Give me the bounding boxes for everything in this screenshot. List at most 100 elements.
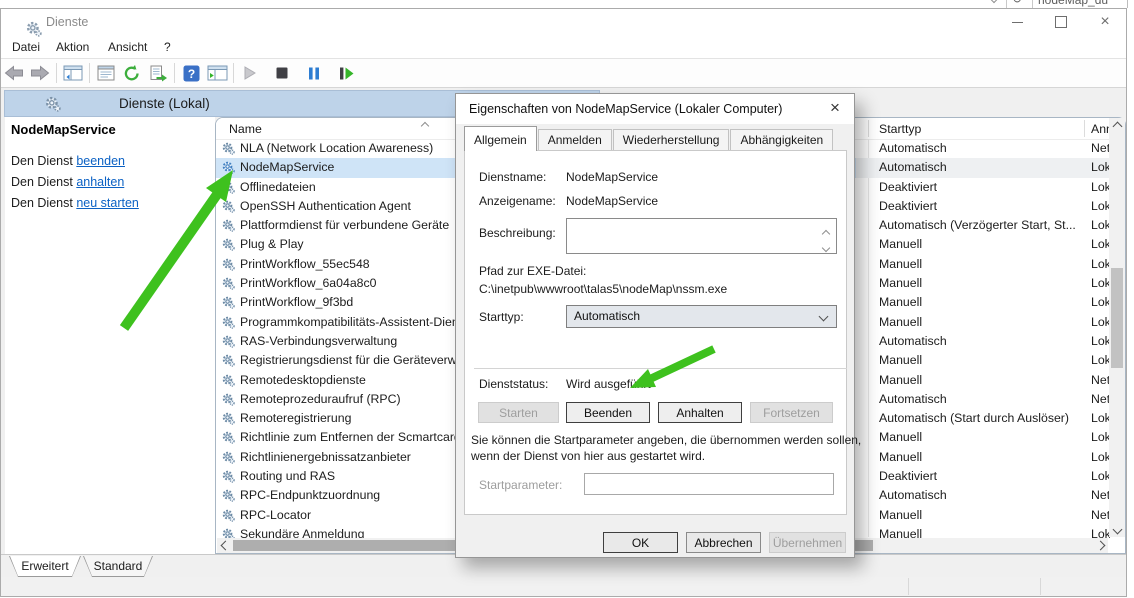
dialog-tabs: Allgemein Anmelden Wiederherstellung Abh…	[464, 127, 834, 151]
service-name: Richtlinienergebnissatzanbieter	[240, 448, 411, 467]
service-anmelden: Lok:	[1091, 409, 1110, 428]
menu-aktion[interactable]: Aktion	[52, 39, 93, 55]
start-service-icon[interactable]	[237, 62, 263, 84]
service-gear-icon	[222, 277, 236, 291]
service-name: Remotedesktopdienste	[240, 371, 366, 390]
service-gear-icon	[222, 296, 236, 310]
pause-service-icon[interactable]	[301, 62, 327, 84]
dialog-close-icon[interactable]: ×	[822, 96, 848, 120]
tab-anmelden[interactable]: Anmelden	[538, 129, 612, 151]
tab-abhaengigkeiten[interactable]: Abhängigkeiten	[730, 129, 833, 151]
service-name: Plug & Play	[240, 235, 304, 254]
service-name: Remoteregistrierung	[240, 409, 351, 428]
service-name: Plattformdienst für verbundene Geräte	[240, 216, 449, 235]
menu-datei[interactable]: Datei	[8, 39, 44, 55]
column-name[interactable]: Name	[229, 122, 262, 136]
service-starttyp: Manuell	[879, 235, 1083, 254]
service-starttyp: Automatisch	[879, 486, 1083, 505]
service-name: PrintWorkflow_55ec548	[240, 255, 370, 274]
refresh-icon[interactable]	[119, 62, 145, 84]
starten-button[interactable]: Starten	[478, 402, 559, 423]
tab-wiederherstellung[interactable]: Wiederherstellung	[613, 129, 730, 151]
startparameter-input[interactable]	[584, 473, 834, 495]
starttyp-combobox[interactable]: Automatisch	[566, 305, 837, 328]
fortsetzen-button[interactable]: Fortsetzen	[750, 402, 833, 423]
anhalten-button[interactable]: Anhalten	[658, 402, 742, 423]
forward-icon[interactable]	[27, 62, 53, 84]
service-starttyp: Manuell	[879, 428, 1083, 447]
vertical-scrollbar[interactable]	[1109, 118, 1125, 537]
service-starttyp: Manuell	[879, 371, 1083, 390]
service-starttyp: Manuell	[879, 274, 1083, 293]
services-gear-icon	[45, 96, 61, 117]
service-gear-icon	[222, 354, 236, 368]
anzeigename-label: Anzeigename:	[479, 194, 556, 208]
sort-ascending-icon	[421, 122, 429, 130]
service-name: RPC-Endpunktzuordnung	[240, 486, 380, 505]
help-icon[interactable]: ?	[178, 62, 204, 84]
close-button[interactable]: ×	[1083, 8, 1127, 36]
service-name: Programmkompatibilitäts-Assistent-Dien	[240, 313, 459, 332]
show-window-icon[interactable]	[204, 62, 230, 84]
show-tree-icon[interactable]	[60, 62, 86, 84]
abbrechen-button[interactable]: Abbrechen	[686, 532, 761, 553]
stop-service-link[interactable]: beenden	[76, 154, 125, 168]
background-tab-label: nodeMap_du	[1038, 0, 1108, 7]
service-name: RAS-Verbindungsverwaltung	[240, 332, 397, 351]
back-icon[interactable]	[1, 62, 27, 84]
tab-erweitert[interactable]: Erweitert	[9, 556, 81, 577]
vertical-scroll-thumb[interactable]	[1111, 268, 1123, 368]
service-starttyp: Automatisch (Start durch Auslöser)	[879, 409, 1083, 428]
menu-ansicht[interactable]: Ansicht	[104, 39, 151, 55]
service-anmelden: Lok:	[1091, 178, 1110, 197]
pause-service-link[interactable]: anhalten	[76, 175, 124, 189]
column-starttyp[interactable]: Starttyp	[879, 122, 921, 136]
dienststatus-label: Dienststatus:	[479, 377, 548, 391]
service-starttyp: Manuell	[879, 448, 1083, 467]
uebernehmen-button[interactable]: Übernehmen	[769, 532, 846, 553]
menu-hilfe[interactable]: ?	[160, 39, 175, 55]
maximize-button[interactable]	[1039, 8, 1083, 36]
screen: ↻ nodeMap_du Dienste × Datei Aktion Ansi…	[0, 0, 1134, 598]
scroll-down-icon[interactable]	[1109, 523, 1125, 535]
service-anmelden: Lok:	[1091, 467, 1110, 486]
service-anmelden: Lok:	[1091, 197, 1110, 216]
service-anmelden: Lok:	[1091, 332, 1110, 351]
properties-icon[interactable]	[93, 62, 119, 84]
hint-line1: Sie können die Startparameter angeben, d…	[471, 433, 861, 447]
scroll-up-icon[interactable]	[1109, 120, 1125, 132]
service-starttyp: Automatisch	[879, 332, 1083, 351]
service-anmelden: Net:	[1091, 506, 1110, 525]
service-gear-icon	[222, 238, 236, 252]
service-gear-icon	[222, 181, 236, 195]
restart-service-icon[interactable]	[333, 62, 359, 84]
service-anmelden: Lok:	[1091, 235, 1110, 254]
beenden-button[interactable]: Beenden	[566, 402, 650, 423]
tab-allgemein[interactable]: Allgemein	[464, 126, 537, 151]
service-name: Richtlinie zum Entfernen der Scmartcard	[240, 428, 461, 447]
anzeigename-value: NodeMapService	[566, 194, 658, 208]
service-gear-icon	[222, 335, 236, 349]
tab-standard[interactable]: Standard	[83, 556, 153, 577]
properties-dialog: Eigenschaften von NodeMapService (Lokale…	[455, 93, 855, 558]
service-anmelden: Net:	[1091, 390, 1110, 409]
service-name: RPC-Locator	[240, 506, 311, 525]
service-name: PrintWorkflow_9f3bd	[240, 293, 353, 312]
beschreibung-textarea[interactable]	[566, 218, 837, 254]
window-title: Dienste	[46, 15, 88, 29]
ok-button[interactable]: OK	[603, 532, 678, 553]
service-anmelden: Lok:	[1091, 313, 1110, 332]
export-list-icon[interactable]	[145, 62, 171, 84]
chevron-down-icon	[990, 0, 998, 3]
service-anmelden: Lok:	[1091, 448, 1110, 467]
scroll-right-icon[interactable]	[1093, 538, 1107, 553]
service-name: Sekundäre Anmeldung	[240, 525, 364, 539]
stop-service-icon[interactable]	[269, 62, 295, 84]
service-starttyp: Deaktiviert	[879, 467, 1083, 486]
minimize-button[interactable]	[995, 8, 1039, 36]
service-name: Remoteprozeduraufruf (RPC)	[240, 390, 401, 409]
scroll-left-icon[interactable]	[218, 538, 232, 553]
service-starttyp: Manuell	[879, 255, 1083, 274]
restart-service-link[interactable]: neu starten	[76, 196, 139, 210]
pfad-label: Pfad zur EXE-Datei:	[479, 264, 586, 278]
